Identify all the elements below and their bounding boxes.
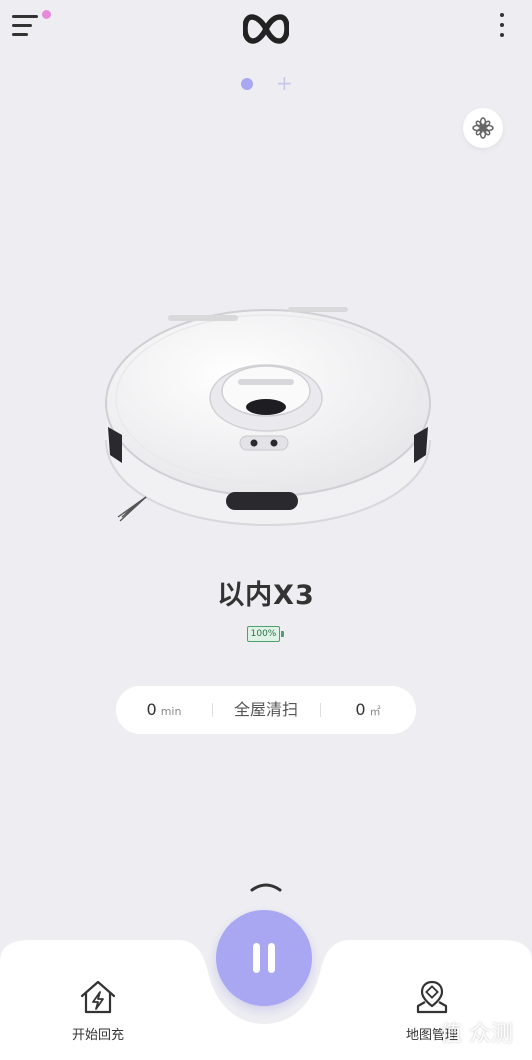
cleaning-time-value: 0 [146, 700, 157, 719]
menu-button[interactable] [12, 10, 51, 40]
cleaning-stats-card[interactable]: 0 min 全屋清扫 0 ㎡ [116, 686, 416, 734]
menu-icon-line [12, 33, 28, 36]
robot-vacuum-image [105, 307, 431, 527]
battery-cap [281, 631, 284, 637]
menu-icon [12, 15, 38, 18]
pause-icon-bar [268, 943, 275, 973]
battery-level: 100% [250, 629, 277, 639]
start-recharge-button[interactable]: 开始回充 [53, 978, 143, 1043]
cleaning-time-unit: min [160, 705, 182, 718]
cleaned-area-unit: ㎡ [369, 705, 381, 718]
fan-icon [472, 117, 494, 139]
notification-dot [42, 10, 51, 19]
page-indicator-active [241, 78, 253, 90]
more-options-button[interactable] [494, 10, 510, 40]
watermark: 值 众测 [440, 1022, 513, 1047]
map-location-icon [416, 980, 448, 1014]
pause-icon [253, 943, 260, 973]
home-charge-icon [80, 980, 116, 1014]
menu-icon-line [12, 24, 32, 27]
more-vertical-icon-dot [500, 33, 504, 37]
cleaning-time: 0 min [116, 686, 212, 734]
more-vertical-icon-dot [500, 23, 504, 27]
chevron-up-icon[interactable] [246, 878, 286, 896]
suction-mode-button[interactable] [463, 108, 503, 148]
infinity-logo-icon [243, 14, 289, 44]
device-name: 以内X3 [217, 580, 315, 611]
pause-button[interactable] [216, 910, 312, 1006]
more-vertical-icon [500, 13, 504, 17]
cleaning-mode-label: 全屋清扫 [233, 700, 298, 719]
start-recharge-label: 开始回充 [71, 1028, 124, 1043]
add-device-button[interactable]: + [276, 73, 293, 93]
cleaned-area: 0 ㎡ [320, 686, 416, 734]
cleaned-area-value: 0 [355, 700, 366, 719]
